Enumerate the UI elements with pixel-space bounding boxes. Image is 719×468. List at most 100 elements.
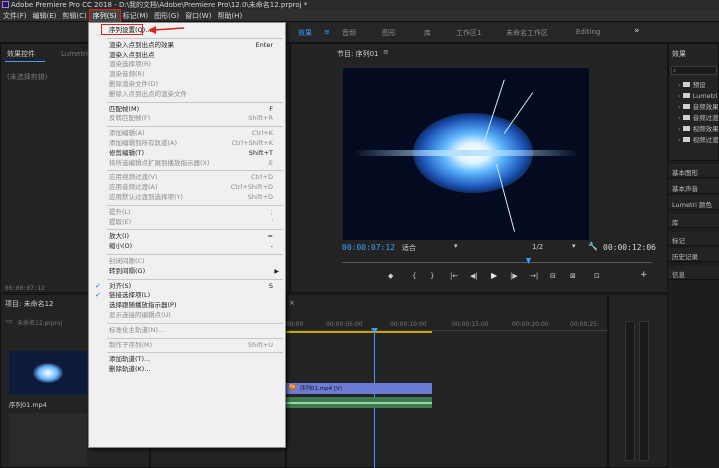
program-resolution-arrow-icon[interactable]: ▾ (572, 242, 576, 250)
timeline-ruler[interactable]: 00:00 00:00:05:00 00:00:10:00 00:00:15:0… (286, 319, 608, 331)
panel-essential-graphics[interactable]: 基本图形 (668, 164, 719, 178)
sequence-menu-item[interactable]: 将所选编辑点扩展到播放指示器(X) E (89, 159, 285, 168)
workspace-effects[interactable]: 效果 (298, 28, 312, 38)
extract-icon[interactable]: ⊠ (570, 272, 576, 280)
folder-icon (682, 137, 690, 142)
sequence-menu-item[interactable]: 放大(I) = (89, 232, 285, 241)
sequence-menu-item[interactable]: 添加编辑(A) Ctrl+K (89, 129, 285, 138)
sequence-menu-item[interactable]: 匹配帧(M) F (89, 105, 285, 114)
program-scrub-bar[interactable] (342, 262, 652, 263)
project-title[interactable]: 项目: 未命名12 (5, 299, 54, 309)
video-clip[interactable]: fx 序列01.mp4 [V] (286, 383, 432, 394)
sequence-menu-item[interactable]: 删除轨道(K)... (89, 365, 285, 374)
ruler-label-5: 00:00:05:00 (326, 321, 363, 328)
menu-clip[interactable]: 剪辑(C) (59, 10, 89, 22)
project-item-name[interactable]: 序列01.mp4 (9, 399, 47, 409)
timeline-close-icon[interactable]: × (289, 299, 295, 307)
panel-info[interactable]: 信息 (668, 266, 719, 280)
sequence-menu-item[interactable]: 应用音频过渡(A) Ctrl+Shift+D (89, 183, 285, 192)
program-current-timecode[interactable]: 00:00:07:12 (342, 243, 395, 252)
menu-item-label: 删除渲染文件(D) (109, 80, 159, 88)
workspace-libraries[interactable]: 库 (424, 28, 431, 38)
sequence-menu-item[interactable]: 应用默认过渡到选择项(Y) Shift+D (89, 193, 285, 202)
workspace-more-icon[interactable]: » (634, 26, 640, 36)
sequence-menu-item[interactable]: 应用视频过渡(V) Ctrl+D (89, 173, 285, 182)
workspace-untitled[interactable]: 未命名工作区 (506, 28, 548, 38)
play-icon[interactable]: ▶ (491, 271, 497, 280)
program-resolution-dropdown[interactable]: 1/2 (532, 243, 543, 251)
sequence-menu-item[interactable]: ✓ 链接选择项(L) (89, 291, 285, 300)
mark-in-icon[interactable]: { (412, 272, 416, 280)
effects-folder-video-transitions[interactable]: › 视频过渡 (678, 134, 719, 144)
effects-folder-presets[interactable]: › 预设 (678, 79, 706, 89)
panel-lumetri-color[interactable]: Lumetri 颜色 (668, 196, 719, 210)
sequence-menu-item[interactable]: 标准化主轨道(N)... (89, 326, 285, 335)
effects-search-input[interactable]: ⌕ (671, 66, 717, 75)
menu-help[interactable]: 帮助(H) (214, 10, 245, 22)
sequence-menu-item[interactable]: 显示连接的编辑点(U) (89, 311, 285, 320)
step-back-icon[interactable]: ◀| (470, 272, 478, 280)
panel-history[interactable]: 历史记录 (668, 248, 719, 262)
program-menu-icon[interactable]: ≡ (383, 48, 389, 56)
work-area-bar[interactable] (286, 331, 432, 333)
menu-marker[interactable]: 标记(M) (120, 10, 152, 22)
panel-libraries[interactable]: 库 (668, 214, 719, 228)
sequence-menu-item[interactable]: 转到间隔(G) ▶ (89, 267, 285, 276)
sequence-menu-item[interactable]: 选择跟随播放指示器(P) (89, 301, 285, 310)
program-fit-arrow-icon[interactable]: ▾ (454, 242, 458, 250)
go-to-out-icon[interactable]: →| (530, 272, 538, 280)
sequence-menu-item[interactable]: 反转匹配帧(F) Shift+R (89, 114, 285, 123)
sequence-menu-item[interactable]: 渲染入点到出点 (89, 51, 285, 60)
add-marker-icon[interactable]: ◆ (388, 272, 393, 280)
menu-bar: 文件(F) 编辑(E) 剪辑(C) 序列(S) 标记(M) 图形(G) 窗口(W) 帮助(H) (0, 9, 719, 23)
go-to-in-icon[interactable]: |← (450, 272, 458, 280)
project-item-thumbnail-2[interactable] (9, 413, 87, 465)
program-fit-dropdown[interactable]: 适合 (402, 243, 416, 253)
sequence-menu-item[interactable]: 渲染音频(R) (89, 70, 285, 79)
workspace-editing[interactable]: Editing (576, 28, 600, 36)
sequence-menu-item[interactable]: 删除渲染文件(D) (89, 80, 285, 89)
menu-window[interactable]: 窗口(W) (182, 10, 214, 22)
sequence-menu-item[interactable]: 缩小(O) - (89, 242, 285, 251)
export-frame-icon[interactable]: ⊡ (594, 272, 600, 280)
menu-separator (107, 254, 283, 255)
step-forward-icon[interactable]: |▶ (510, 272, 518, 280)
lift-icon[interactable]: ⊟ (550, 272, 556, 280)
menu-separator (107, 170, 283, 172)
sequence-menu-item[interactable]: 渲染选择项(R) (89, 60, 285, 69)
sequence-menu-item[interactable]: 提取(E) ' (89, 218, 285, 227)
menu-graphics[interactable]: 图形(G) (151, 10, 182, 22)
thumbnail-glow (33, 363, 63, 383)
menu-item-label: 提取(E) (109, 217, 132, 226)
effects-folder-audio-effects[interactable]: › 音频效果 (678, 101, 719, 111)
workspace-audio[interactable]: 音频 (342, 28, 356, 38)
project-item-thumbnail[interactable] (9, 351, 87, 395)
sequence-menu-item[interactable]: 制作子序列(M) Shift+U (89, 341, 285, 350)
menu-edit[interactable]: 编辑(E) (30, 10, 60, 22)
workspace-graphics[interactable]: 图形 (382, 28, 396, 38)
sequence-menu-item[interactable]: 提升(L); (89, 208, 285, 217)
sequence-menu-item[interactable]: 渲染入点到出点的效果 Enter (89, 41, 285, 50)
workspace-1[interactable]: 工作区1 (456, 28, 481, 38)
workspace-menu-icon[interactable]: ≡ (324, 28, 330, 36)
effects-folder-audio-transitions[interactable]: › 音频过渡 (678, 112, 719, 122)
menu-item-label: 制作子序列(M) (109, 340, 153, 349)
mark-out-icon[interactable]: } (430, 272, 434, 280)
tab-effect-controls[interactable]: 效果控件 (7, 49, 35, 59)
sequence-menu-item[interactable]: 封闭间隙(C) (89, 257, 285, 266)
panel-markers[interactable]: 标记 (668, 232, 719, 246)
sequence-menu-item[interactable]: 添加编辑到所有轨道(A) Ctrl+Shift+K (89, 139, 285, 148)
sequence-menu-item[interactable]: 修剪编辑(T) Shift+T (89, 149, 285, 158)
button-editor-icon[interactable]: + (640, 270, 648, 280)
effects-folder-video-effects[interactable]: › 视频效果 (678, 123, 719, 133)
audio-clip[interactable] (286, 397, 432, 408)
menu-sequence[interactable]: 序列(S) (88, 9, 121, 23)
effects-folder-lumetri[interactable]: › Lumetri 预 (678, 90, 719, 100)
menu-item-shortcut: Ctrl+Shift+D (230, 183, 273, 192)
sequence-menu-item[interactable]: ✓ 对齐(S) S (89, 282, 285, 291)
panel-essential-sound[interactable]: 基本声音 (668, 180, 719, 194)
sequence-menu-item[interactable]: 添加轨道(T)... (89, 355, 285, 364)
menu-file[interactable]: 文件(F) (0, 10, 30, 22)
sequence-menu-item[interactable]: 删除入点到出点的渲染文件 (89, 90, 285, 99)
wrench-icon[interactable]: 🔧 (588, 242, 598, 251)
